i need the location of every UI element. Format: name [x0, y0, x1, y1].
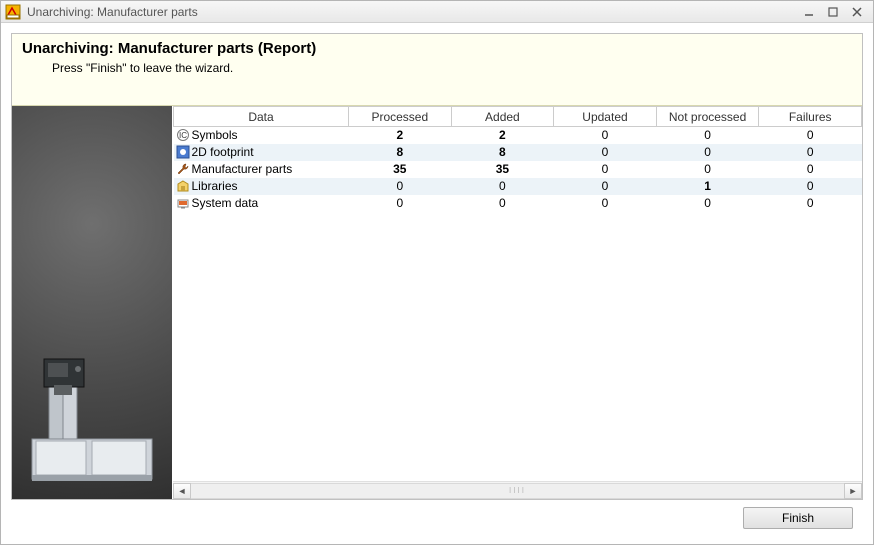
- row-label: Libraries: [192, 179, 238, 193]
- value-cell: 35: [349, 161, 452, 178]
- symbol-icon: IC: [176, 128, 190, 142]
- value-cell: 0: [656, 127, 759, 144]
- value-cell: 0: [759, 178, 862, 195]
- right-area: DataProcessedAddedUpdatedNot processedFa…: [172, 106, 862, 499]
- value-cell: 0: [451, 178, 554, 195]
- wizard-window: Unarchiving: Manufacturer parts Unarchiv…: [0, 0, 874, 545]
- value-cell: 8: [349, 144, 452, 161]
- banner: Unarchiving: Manufacturer parts (Report)…: [12, 34, 862, 106]
- value-cell: 0: [349, 195, 452, 212]
- finish-button[interactable]: Finish: [743, 507, 853, 529]
- value-cell: 8: [451, 144, 554, 161]
- column-header[interactable]: Updated: [554, 107, 657, 127]
- column-header[interactable]: Data: [174, 107, 349, 127]
- side-image: [12, 106, 172, 499]
- value-cell: 2: [451, 127, 554, 144]
- main-area: DataProcessedAddedUpdatedNot processedFa…: [12, 106, 862, 499]
- maximize-button[interactable]: [821, 4, 845, 20]
- value-cell: 2: [349, 127, 452, 144]
- table-row[interactable]: Manufacturer parts3535000: [174, 161, 862, 178]
- data-cell: IC Symbols: [174, 127, 349, 144]
- row-label: Manufacturer parts: [192, 162, 293, 176]
- column-header[interactable]: Added: [451, 107, 554, 127]
- data-cell: System data: [174, 195, 349, 212]
- value-cell: 1: [656, 178, 759, 195]
- column-header[interactable]: Failures: [759, 107, 862, 127]
- value-cell: 0: [656, 144, 759, 161]
- panel: Unarchiving: Manufacturer parts (Report)…: [11, 33, 863, 500]
- value-cell: 0: [451, 195, 554, 212]
- value-cell: 0: [656, 161, 759, 178]
- column-header[interactable]: Not processed: [656, 107, 759, 127]
- row-label: 2D footprint: [192, 145, 254, 159]
- column-header[interactable]: Processed: [349, 107, 452, 127]
- content: Unarchiving: Manufacturer parts (Report)…: [1, 23, 873, 544]
- value-cell: 0: [554, 127, 657, 144]
- value-cell: 0: [759, 195, 862, 212]
- table-row[interactable]: System data00000: [174, 195, 862, 212]
- value-cell: 0: [656, 195, 759, 212]
- grid-wrap: DataProcessedAddedUpdatedNot processedFa…: [173, 106, 862, 481]
- data-cell: 2D footprint: [174, 144, 349, 161]
- value-cell: 0: [554, 144, 657, 161]
- value-cell: 0: [759, 161, 862, 178]
- banner-subtitle: Press "Finish" to leave the wizard.: [22, 61, 852, 75]
- table-row[interactable]: Libraries00010: [174, 178, 862, 195]
- window-title: Unarchiving: Manufacturer parts: [27, 5, 198, 19]
- row-label: Symbols: [192, 128, 238, 142]
- value-cell: 0: [759, 144, 862, 161]
- data-cell: Libraries: [174, 178, 349, 195]
- row-label: System data: [192, 196, 259, 210]
- scroll-left-arrow[interactable]: ◄: [173, 483, 191, 499]
- titlebar: Unarchiving: Manufacturer parts: [1, 1, 873, 23]
- value-cell: 0: [759, 127, 862, 144]
- machine-image: [24, 349, 160, 489]
- footprint-icon: [176, 145, 190, 159]
- app-icon: [5, 4, 21, 20]
- library-icon: [176, 179, 190, 193]
- banner-title: Unarchiving: Manufacturer parts (Report): [22, 40, 852, 57]
- scroll-track[interactable]: IIII: [191, 483, 844, 499]
- table-row[interactable]: ICSymbols22000: [174, 127, 862, 144]
- value-cell: 0: [554, 195, 657, 212]
- value-cell: 0: [554, 178, 657, 195]
- horizontal-scrollbar[interactable]: ◄ IIII ►: [173, 481, 862, 499]
- wrench-icon: [176, 162, 190, 176]
- minimize-button[interactable]: [797, 4, 821, 20]
- system-icon: [176, 196, 190, 210]
- footer: Finish: [11, 500, 863, 536]
- scroll-right-arrow[interactable]: ►: [844, 483, 862, 499]
- value-cell: 0: [554, 161, 657, 178]
- value-cell: 35: [451, 161, 554, 178]
- close-button[interactable]: [845, 4, 869, 20]
- report-table: DataProcessedAddedUpdatedNot processedFa…: [173, 106, 862, 212]
- value-cell: 0: [349, 178, 452, 195]
- data-cell: Manufacturer parts: [174, 161, 349, 178]
- svg-text:IC: IC: [179, 131, 187, 140]
- table-row[interactable]: 2D footprint88000: [174, 144, 862, 161]
